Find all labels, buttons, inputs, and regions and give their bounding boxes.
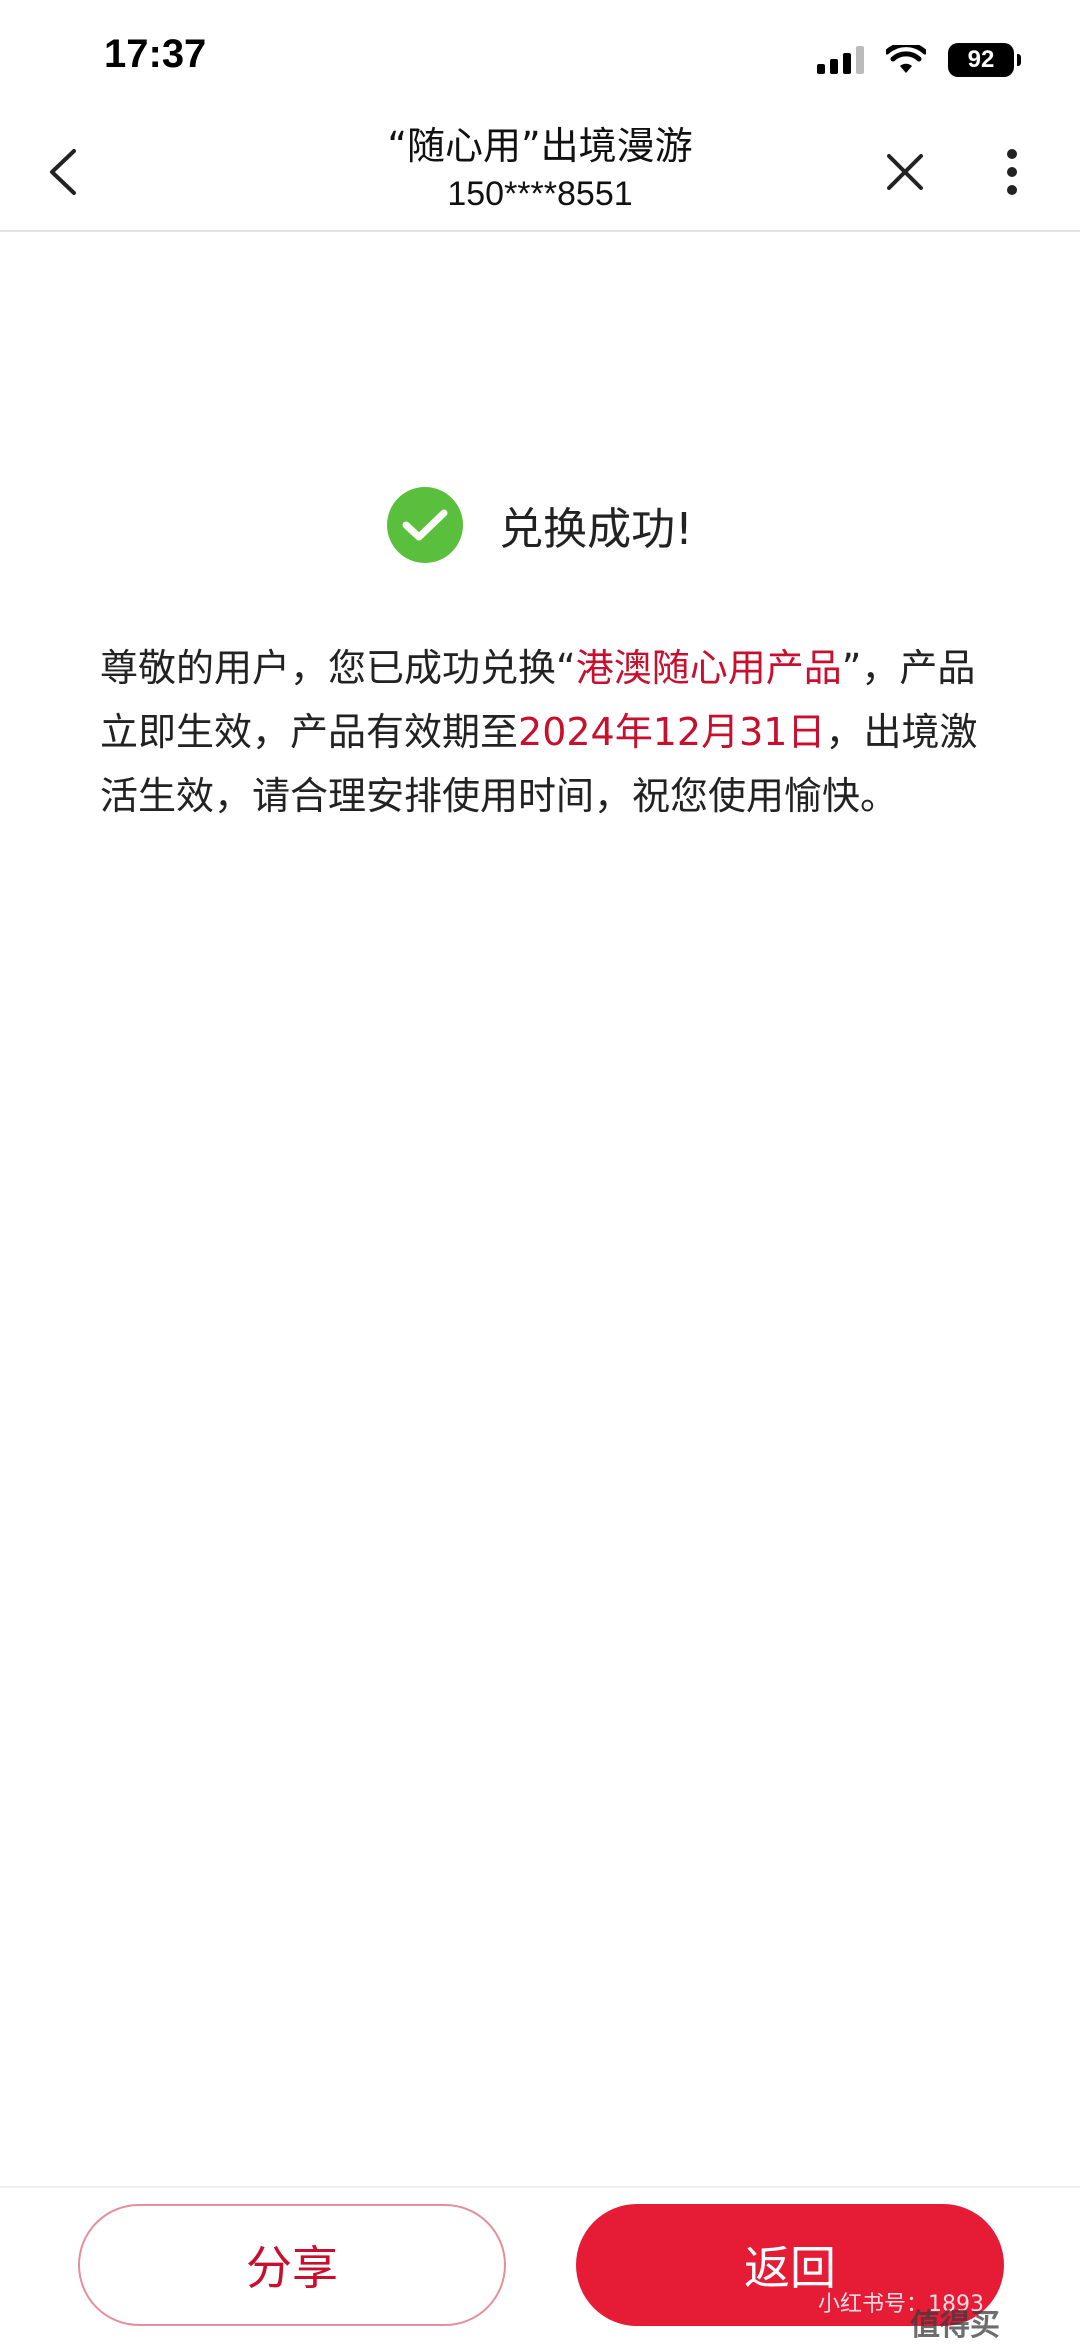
product-name: 港澳随心用产品 <box>575 646 842 690</box>
nav-title-group: “随心用”出境漫游 150****8551 <box>240 119 840 215</box>
nav-bar: “随心用”出境漫游 150****8551 <box>0 115 1080 232</box>
share-button[interactable]: 分享 <box>78 2204 506 2326</box>
page-title: “随心用”出境漫游 <box>387 124 693 168</box>
close-icon <box>887 154 923 190</box>
message-text-1: 尊敬的用户，您已成功兑换“ <box>100 646 576 690</box>
status-bar: 17:37 92 <box>0 0 1080 115</box>
wifi-icon <box>886 45 926 73</box>
check-circle-icon <box>387 487 464 563</box>
battery-level: 92 <box>967 46 995 73</box>
battery-icon: 92 <box>948 43 1021 77</box>
success-banner: 兑换成功! <box>0 485 1080 565</box>
more-icon <box>1007 149 1017 195</box>
signal-icon <box>817 46 864 74</box>
status-icons: 92 <box>817 40 1021 80</box>
phone-number: 150****8551 <box>447 175 633 213</box>
back-button[interactable] <box>28 137 98 207</box>
close-button[interactable] <box>870 137 940 207</box>
status-time: 17:37 <box>104 32 207 76</box>
watermark-brand: 值得买 <box>910 2308 1000 2343</box>
more-button[interactable] <box>980 137 1044 207</box>
success-message: 尊敬的用户，您已成功兑换“港澳随心用产品”，产品立即生效，产品有效期至2024年… <box>100 636 980 828</box>
expiry-date: 2024年12月31日 <box>518 710 826 754</box>
back-icon <box>50 149 76 195</box>
success-title: 兑换成功! <box>499 504 693 555</box>
